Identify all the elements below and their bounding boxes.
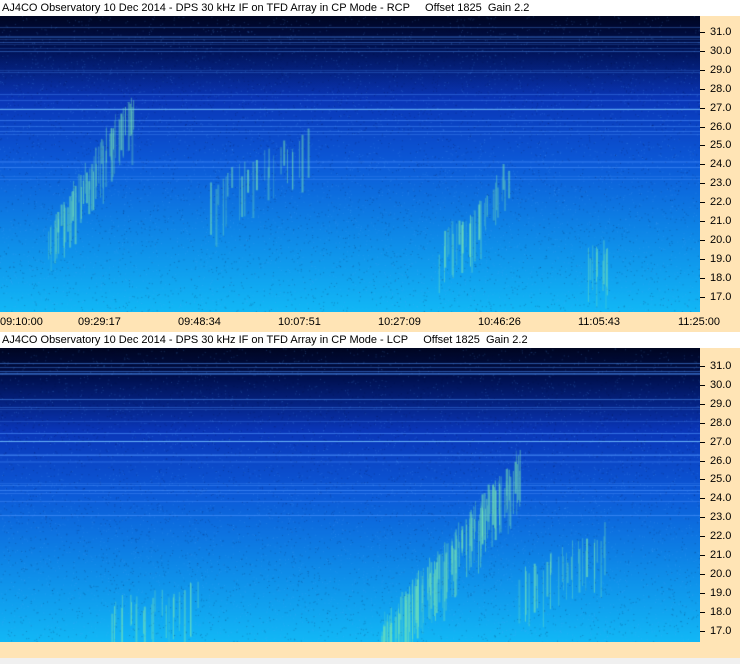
freq-tick — [700, 573, 705, 575]
freq-tick — [700, 536, 705, 538]
freq-tick — [700, 50, 705, 52]
freq-tick — [700, 460, 705, 462]
freq-label: 23.0 — [710, 511, 732, 524]
time-label: 11:05:43 — [578, 316, 621, 328]
rcp-panel-title: AJ4CO Observatory 10 Dec 2014 - DPS 30 k… — [0, 0, 740, 16]
freq-label: 22.0 — [710, 530, 732, 543]
freq-label: 21.0 — [710, 549, 732, 561]
freq-tick — [700, 277, 705, 279]
freq-label: 18.0 — [710, 271, 732, 284]
freq-label: 27.0 — [710, 435, 732, 448]
freq-tick — [700, 32, 705, 33]
freq-label: 22.0 — [710, 196, 732, 209]
freq-tick — [700, 592, 705, 594]
freq-label: 30.0 — [710, 378, 732, 391]
freq-label: 19.0 — [710, 586, 732, 599]
freq-tick — [700, 221, 705, 222]
rcp-frequency-axis: 31.0 30.0 29.0 28.0 27.0 26.0 25.0 24.0 23.0 22.0… — [700, 16, 740, 312]
lcp-spectrogram-canvas — [0, 348, 700, 642]
freq-label: 17.0 — [710, 624, 732, 637]
freq-label: 25.0 — [710, 473, 732, 486]
time-label: 09:48:34 — [178, 316, 221, 328]
rcp-spectrogram-canvas — [0, 16, 700, 312]
freq-tick — [700, 555, 705, 556]
freq-label: 17.0 — [710, 290, 732, 303]
freq-label: 27.0 — [710, 101, 732, 114]
time-label: 11:25:00 — [678, 316, 721, 328]
freq-label: 23.0 — [710, 177, 732, 190]
freq-label: 21.0 — [710, 215, 732, 227]
freq-tick — [700, 441, 705, 443]
freq-tick — [700, 403, 705, 405]
freq-tick — [700, 366, 705, 367]
freq-label: 18.0 — [710, 605, 732, 618]
freq-tick — [700, 88, 705, 90]
freq-tick — [700, 296, 705, 298]
freq-tick — [700, 258, 705, 260]
lcp-frequency-axis: 31.0 30.0 29.0 28.0 27.0 26.0 25.0 24.0 23.0 22.0… — [700, 348, 740, 642]
status-strip — [0, 658, 740, 664]
freq-tick — [700, 69, 705, 71]
rcp-spectrogram[interactable] — [0, 16, 700, 312]
freq-tick — [700, 183, 705, 185]
freq-label: 29.0 — [710, 397, 732, 410]
freq-tick — [700, 202, 705, 204]
freq-tick — [700, 611, 705, 613]
time-label: 09:10:00 — [0, 316, 43, 328]
freq-tick — [700, 479, 705, 481]
freq-tick — [700, 145, 705, 147]
freq-tick — [700, 498, 705, 500]
time-label: 09:29:17 — [78, 316, 121, 328]
freq-label: 30.0 — [710, 44, 732, 57]
freq-tick — [700, 107, 705, 109]
time-label: 10:46:26 — [478, 316, 521, 328]
freq-label: 19.0 — [710, 252, 732, 265]
freq-label: 20.0 — [710, 233, 732, 246]
freq-tick — [700, 126, 705, 128]
lcp-panel-title: AJ4CO Observatory 10 Dec 2014 - DPS 30 k… — [0, 332, 740, 348]
freq-label: 24.0 — [710, 492, 732, 505]
freq-tick — [700, 422, 705, 424]
freq-label: 26.0 — [710, 120, 732, 133]
time-label: 10:07:51 — [278, 316, 321, 328]
freq-tick — [700, 630, 705, 632]
freq-label: 28.0 — [710, 82, 732, 95]
freq-tick — [700, 384, 705, 386]
freq-label: 28.0 — [710, 416, 732, 429]
freq-label: 31.0 — [710, 360, 732, 372]
freq-label: 29.0 — [710, 63, 732, 76]
freq-label: 31.0 — [710, 26, 732, 38]
freq-tick — [700, 239, 705, 241]
freq-label: 26.0 — [710, 454, 732, 467]
rcp-time-axis: 09:10:00 09:29:17 09:48:34 10:07:51 10:27:09… — [0, 312, 740, 332]
freq-label: 25.0 — [710, 139, 732, 152]
lcp-spectrogram[interactable] — [0, 348, 700, 642]
freq-tick — [700, 517, 705, 519]
freq-label: 20.0 — [710, 567, 732, 580]
freq-label: 24.0 — [710, 158, 732, 171]
time-label: 10:27:09 — [378, 316, 421, 328]
freq-tick — [700, 164, 705, 166]
